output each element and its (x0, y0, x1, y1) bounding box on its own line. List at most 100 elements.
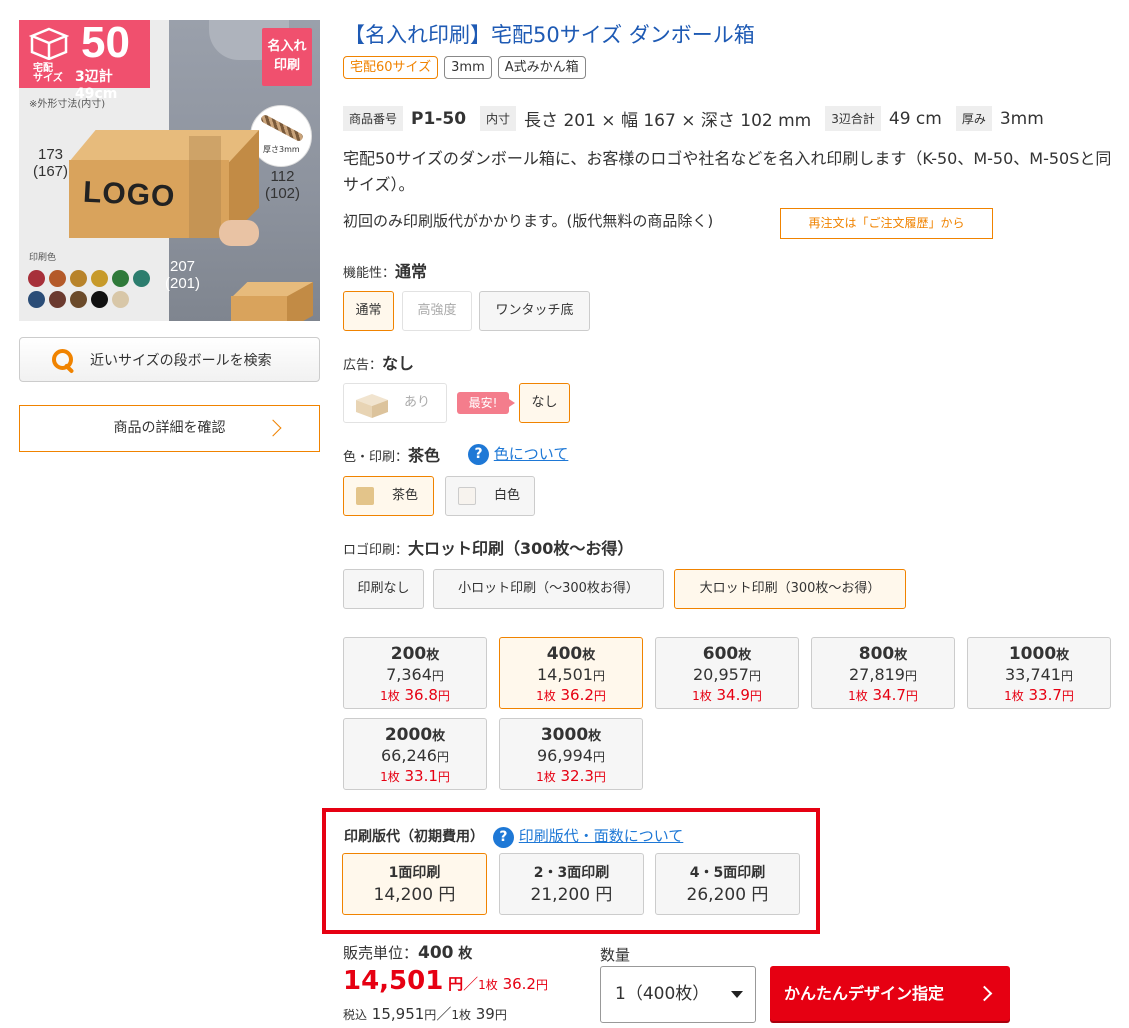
tag-thickness: 3mm (444, 56, 492, 79)
spec-code-value: P1-50 (411, 108, 467, 129)
brown-swatch (356, 486, 374, 505)
plate-option-name: 1面印刷 (388, 865, 441, 881)
search-button-label: 近いサイズの段ボールを検索 (90, 352, 272, 369)
product-tags: 宅配60サイズ 3mm A式みかん箱 (343, 56, 586, 79)
tag-box-type: A式みかん箱 (497, 56, 586, 79)
quantity-count: 400枚 (546, 644, 596, 664)
chevron-right-icon (264, 419, 282, 437)
quantity-option-2000[interactable]: 2000枚 66,246円 1枚 33.1円 (343, 718, 487, 790)
quantity-option-3000[interactable]: 3000枚 96,994円 1枚 32.3円 (499, 718, 643, 790)
logo-print-option-large-lot[interactable]: 大ロット印刷（300枚～お得） (674, 569, 906, 609)
function-selected-value: 通常 (395, 262, 428, 281)
color-option-brown[interactable]: 茶色 (343, 476, 434, 516)
quantity-option-600[interactable]: 600枚 20,957円 1枚 34.9円 (655, 637, 799, 709)
quantity-unit-price: 1枚 34.7円 (848, 686, 918, 704)
reorder-button[interactable]: 再注文は「ご注文履歴」から (780, 208, 993, 239)
quantity-count: 600枚 (702, 644, 752, 664)
spec-thickness-key: 厚み (955, 106, 992, 131)
function-option-one-touch[interactable]: ワンタッチ底 (479, 291, 590, 331)
quantity-unit-price: 1枚 33.7円 (1004, 686, 1074, 704)
color-swatch (70, 270, 87, 287)
plate-option-price: 26,200 円 (686, 885, 769, 905)
logo-print-option-label: ロゴ印刷：大ロット印刷（300枚～お得） (343, 539, 634, 558)
quantity-unit-price: 1枚 36.8円 (380, 686, 450, 704)
plate-option-price: 21,200 円 (530, 885, 613, 905)
plate-option-price: 14,200 円 (373, 885, 456, 905)
quantity-price: 14,501円 (537, 665, 605, 684)
quantity-price: 20,957円 (693, 665, 761, 684)
spec-inner-key: 内寸 (480, 106, 517, 131)
quantity-price: 7,364円 (386, 665, 444, 684)
plate-help-link[interactable]: 印刷版代・面数について (519, 827, 684, 845)
spec-thickness-value: 3mm (999, 108, 1044, 129)
color-option-white[interactable]: 白色 (445, 476, 535, 516)
color-swatch (91, 291, 108, 308)
function-option-strong[interactable]: 高強度 (402, 291, 472, 331)
product-image: 50 宅配 サイズ 3辺計49cm 名入れ 印刷 ※外形寸法(内寸) 厚さ3mm L… (19, 20, 320, 321)
quantity-unit-price: 1枚 33.1円 (380, 767, 450, 785)
plate-option-2-3-side[interactable]: 2・3面印刷 21,200 円 (499, 853, 644, 915)
plate-option-name: 2・3面印刷 (533, 865, 610, 881)
product-specs: 商品番号 P1-50 内寸 長さ 201 × 幅 167 × 深さ 102 mm… (343, 106, 1044, 131)
ad-selected-value: なし (382, 354, 415, 373)
quantity-option-800[interactable]: 800枚 27,819円 1枚 34.7円 (811, 637, 955, 709)
quantity-count: 2000枚 (384, 725, 446, 745)
cardboard-edge-icon (259, 113, 305, 143)
color-swatch (112, 291, 129, 308)
quantity-option-400[interactable]: 400枚 14,501円 1枚 36.2円 (499, 637, 643, 709)
spec-sum-value: 49 cm (888, 108, 942, 129)
color-swatch (133, 270, 150, 287)
name-print-badge: 名入れ 印刷 (262, 28, 312, 86)
box-logo-text: LOGO (82, 175, 177, 214)
color-help[interactable]: ? 色について (468, 443, 568, 465)
color-swatch (91, 270, 108, 287)
ad-option-no[interactable]: なし (519, 383, 570, 423)
quantity-option-1000[interactable]: 1000枚 33,741円 1枚 33.7円 (967, 637, 1111, 709)
logo-print-option-small-lot[interactable]: 小ロット印刷（～300枚お得） (433, 569, 664, 609)
dimension-right: 112 (102) (265, 168, 301, 202)
size-badge: 50 宅配 サイズ 3辺計49cm (19, 20, 150, 102)
quantity-count: 1000枚 (1008, 644, 1070, 664)
quantity-count: 3000枚 (540, 725, 602, 745)
plate-option-1-side[interactable]: 1面印刷 14,200 円 (342, 853, 487, 915)
price-summary: 14,501 円／1枚 36.2円 (343, 966, 548, 996)
quantity-price: 66,246円 (381, 746, 449, 765)
dimension-bottom: 207 (201) (165, 258, 201, 292)
quantity-option-200[interactable]: 200枚 7,364円 1枚 36.8円 (343, 637, 487, 709)
print-color-label: 印刷色 (29, 253, 57, 263)
total-price: 14,501 (343, 966, 444, 996)
quantity-count: 200枚 (390, 644, 440, 664)
quantity-select[interactable]: 1（400枚） (600, 966, 756, 1023)
small-box-illustration (231, 282, 313, 321)
box-icon (29, 27, 69, 60)
ad-box-icon (356, 394, 388, 418)
plate-option-4-5-side[interactable]: 4・5面印刷 26,200 円 (655, 853, 800, 915)
hand-illustration (219, 220, 259, 246)
detail-button-label: 商品の詳細を確認 (113, 420, 226, 436)
easy-design-button[interactable]: かんたんデザイン指定 (770, 966, 1010, 1021)
tag-size: 宅配60サイズ (343, 56, 439, 79)
search-similar-size-button[interactable]: 近いサイズの段ボールを検索 (19, 337, 320, 382)
dimension-left: 173 (167) (33, 146, 69, 180)
size-number: 50 (81, 20, 130, 67)
plate-fee-note: 初回のみ印刷版代がかかります。(版代無料の商品除く) (343, 212, 714, 230)
help-icon[interactable]: ? (492, 826, 514, 848)
ad-option-yes[interactable]: あり (343, 383, 447, 423)
plate-fee-label: 印刷版代（初期費用） ? 印刷版代・面数について (344, 825, 683, 848)
help-icon: ? (468, 444, 489, 465)
quantity-price: 96,994円 (537, 746, 605, 765)
plate-option-name: 4・5面印刷 (689, 865, 766, 881)
chevron-right-icon (976, 985, 993, 1002)
price-with-tax: 税込 15,951円／1枚 39円 (343, 1005, 507, 1023)
function-option-normal[interactable]: 通常 (343, 291, 394, 331)
spec-inner-value: 長さ 201 × 幅 167 × 深さ 102 mm (524, 111, 812, 131)
search-icon (50, 347, 76, 373)
dimension-note: ※外形寸法(内寸) (29, 99, 106, 110)
color-help-link[interactable]: 色について (494, 445, 569, 463)
quantity-label: 数量 (600, 946, 631, 964)
product-detail-button[interactable]: 商品の詳細を確認 (19, 405, 320, 452)
print-color-swatches (28, 270, 158, 308)
logo-print-selected-value: 大ロット印刷（300枚～お得） (408, 539, 634, 558)
logo-print-option-none[interactable]: 印刷なし (343, 569, 424, 609)
spec-code-key: 商品番号 (343, 106, 404, 131)
